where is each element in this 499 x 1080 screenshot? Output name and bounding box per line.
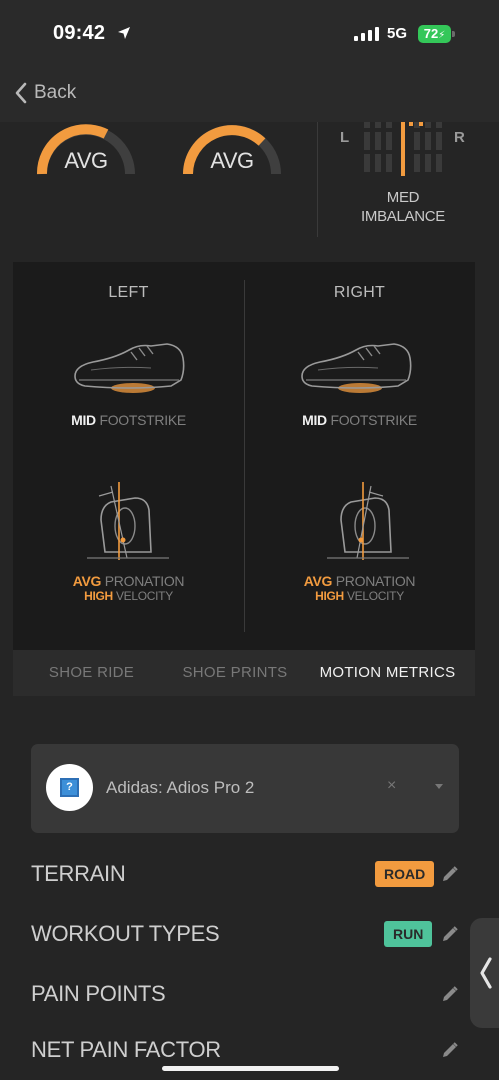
heel-pronation-icon <box>327 482 409 560</box>
side-drawer-handle[interactable] <box>470 918 499 1028</box>
pencil-icon[interactable] <box>441 865 459 883</box>
right-footstrike-caption: MID FOOTSTRIKE <box>244 412 475 428</box>
battery-nub <box>452 31 455 37</box>
signal-icon <box>354 27 379 41</box>
status-time: 09:42 <box>53 22 106 44</box>
network-type: 5G <box>387 25 408 42</box>
pencil-icon[interactable] <box>441 925 459 943</box>
imbalance-meter <box>364 122 442 176</box>
left-footstrike-label: FOOTSTRIKE <box>99 412 186 428</box>
back-button[interactable]: Back <box>14 82 76 104</box>
clear-icon[interactable]: × <box>387 777 396 795</box>
tab-shoe-prints[interactable]: SHOE PRINTS <box>170 650 300 696</box>
metrics-tabs: SHOE RIDE SHOE PRINTS MOTION METRICS <box>13 650 475 696</box>
tab-motion-metrics[interactable]: MOTION METRICS <box>300 650 475 696</box>
right-pronation-label: PRONATION <box>335 573 416 589</box>
right-pronation-caption: AVG PRONATION <box>244 573 475 589</box>
gauge-left-value: AVG <box>64 148 108 173</box>
heel-pronation-icon <box>87 482 169 560</box>
right-velocity-label: VELOCITY <box>346 589 404 603</box>
terrain-label: TERRAIN <box>31 861 126 886</box>
pencil-icon[interactable] <box>441 1041 459 1059</box>
location-arrow-icon <box>118 27 130 39</box>
imbalance-value: MED <box>386 189 420 206</box>
tab-shoe-ride[interactable]: SHOE RIDE <box>13 650 170 696</box>
imbalance-label: MED IMBALANCE <box>350 188 456 226</box>
back-label: Back <box>34 82 77 103</box>
right-title: RIGHT <box>333 284 386 301</box>
shoe-footstrike-icon <box>74 343 185 393</box>
left-footstrike-caption: MID FOOTSTRIKE <box>13 412 244 428</box>
question-icon: ? <box>60 778 79 797</box>
shoe-avatar: ? <box>46 764 93 811</box>
left-pronation-label: PRONATION <box>104 573 185 589</box>
left-velocity-caption: HIGH VELOCITY <box>13 589 244 603</box>
right-footstrike-value: MID <box>302 412 327 428</box>
left-pronation-value: AVG <box>72 573 102 589</box>
summary-divider <box>317 122 318 237</box>
left-title: LEFT <box>108 284 149 301</box>
status-bar: 09:42 5G 72⚡ <box>0 0 499 66</box>
shoe-name: Adidas: Adios Pro 2 <box>106 778 255 797</box>
terrain-tag: ROAD <box>375 861 435 887</box>
left-pronation-caption: AVG PRONATION <box>13 573 244 589</box>
right-pronation-value: AVG <box>303 573 333 589</box>
nav-bar: Back <box>0 66 499 122</box>
gauge-right-value: AVG <box>210 148 254 173</box>
left-velocity-label: VELOCITY <box>115 589 173 603</box>
pain-points-label: PAIN POINTS <box>31 981 166 1006</box>
battery-indicator: 72⚡ <box>418 25 451 43</box>
imbalance-right-label: R <box>454 129 465 146</box>
home-indicator[interactable] <box>162 1066 339 1071</box>
right-footstrike-label: FOOTSTRIKE <box>330 412 417 428</box>
drawer-chevron-icon <box>480 957 492 989</box>
imbalance-left-label: L <box>340 129 350 146</box>
left-footstrike-value: MID <box>71 412 96 428</box>
shoe-footstrike-icon <box>301 343 412 393</box>
right-velocity-caption: HIGH VELOCITY <box>244 589 475 603</box>
pencil-icon[interactable] <box>441 985 459 1003</box>
dropdown-caret-icon[interactable] <box>435 784 443 789</box>
imbalance-caption: IMBALANCE <box>361 208 445 225</box>
workout-types-label: WORKOUT TYPES <box>31 921 220 946</box>
net-pain-factor-label: NET PAIN FACTOR <box>31 1037 221 1062</box>
shoe-selector[interactable]: ? Adidas: Adios Pro 2 × <box>31 744 459 833</box>
workout-type-tag: RUN <box>384 921 433 947</box>
motion-metrics-panel: LEFT MID FOOTSTRIKE AVG PRONATION HIGH V… <box>13 262 475 696</box>
right-velocity-value: HIGH <box>315 589 344 603</box>
back-chevron-icon <box>15 82 27 104</box>
battery-level: 72 <box>423 26 439 41</box>
left-velocity-value: HIGH <box>84 589 113 603</box>
